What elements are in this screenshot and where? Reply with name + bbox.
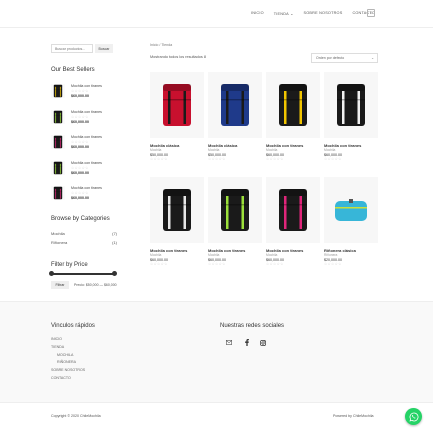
email-icon[interactable] [225,339,232,346]
best-seller-price: $60,000.00 [71,94,89,98]
best-seller-item[interactable]: Mochila con tiranes ☆☆☆☆☆ $60,000.00 [51,135,121,161]
best-seller-price: $60,000.00 [71,196,89,200]
categories-title: Browse by Categories [51,216,110,222]
social-title: Nuestras redes sociales [220,323,285,329]
best-seller-info: Mochila con tiranes ☆☆☆☆☆ $60,000.00 [71,135,102,161]
product-thumbnail[interactable] [51,186,65,200]
breadcrumb: Inicio / Tienda [150,43,173,47]
product-image[interactable] [208,177,262,243]
rating-stars: ☆☆☆☆☆ [208,157,226,161]
best-seller-item[interactable]: Mochila con tiranes ☆☆☆☆☆ $60,000.00 [51,160,121,187]
product-card[interactable]: Mochila clásica Mochila $50,000.00 ☆☆☆☆☆ [150,72,204,161]
best-seller-price: $60,000.00 [71,170,89,175]
product-thumbnail[interactable] [51,84,65,98]
best-seller-item[interactable]: Mochila con tiranes ☆☆☆☆☆ $60,000.00 [51,84,121,110]
copyright: Copyright © 2020 ChileMochila [51,414,101,418]
nav-inicio[interactable]: INICIO [251,11,264,16]
category-count: (7) [112,231,117,236]
result-count: Mostrando todos los resultados 8 [150,55,206,59]
best-seller-info: Mochila con tiranes ☆☆☆☆☆ $60,000.00 [71,110,102,136]
best-seller-price: $60,000.00 [71,145,89,149]
best-seller-item[interactable]: Mochila con tiranes ☆☆☆☆☆ $60,000.00 [51,186,121,212]
rating-stars: ☆☆☆☆☆ [324,262,342,266]
best-seller-info: Mochila con tiranes ☆☆☆☆☆ $60,000.00 [71,186,102,212]
product-card[interactable]: Mochila clásica Mochila $50,000.00 ☆☆☆☆☆ [208,72,262,161]
product-thumbnail[interactable] [51,160,65,175]
price-slider-min-handle[interactable] [49,271,54,276]
category-count: (1) [112,240,117,245]
product-card[interactable]: Mochila con tiranes Mochila $60,000.00 ☆☆☆☆… [266,177,320,266]
site-header: INICIO TIENDA ⌄ SOBRE NOSOTROS CONTACTO … [0,0,433,28]
best-seller-item[interactable]: Mochila con tiranes ☆☆☆☆☆ $60,000.00 [51,109,121,136]
orderby-select[interactable]: Orden por defecto ⌄ [311,53,378,63]
filter-button[interactable]: Filtrar [51,281,69,289]
footer-link[interactable]: TIENDA [51,345,85,353]
price-range-label: Precio: $50,000 — $60,000 [74,283,117,287]
product-image[interactable] [150,72,204,138]
rating-stars: ☆☆☆☆☆ [150,262,168,266]
best-seller-price: $60,000.00 [71,119,89,124]
cart-button[interactable]: 0 [367,9,375,17]
product-image[interactable] [266,177,320,243]
facebook-icon[interactable] [243,339,250,346]
nav-tienda[interactable]: TIENDA ⌄ [274,11,294,16]
footer-link[interactable]: SOBRE NOSOTROS [51,368,85,376]
footer-link[interactable]: CONTACTO [51,376,85,384]
best-seller-title[interactable]: Mochila con tiranes [71,110,102,115]
best-sellers-list: Mochila con tiranes ☆☆☆☆☆ $60,000.00 Mochil… [51,84,121,212]
rating-stars: ☆☆☆☆☆ [324,157,342,161]
rating-stars: ☆☆☆☆☆ [150,157,168,161]
chevron-down-icon: ⌄ [371,56,374,60]
search-form: Buscar [51,44,113,53]
nav-tienda-label: TIENDA [273,12,289,16]
category-label: Mochila [51,231,65,236]
search-button[interactable]: Buscar [95,44,113,53]
price-slider-max-handle[interactable] [112,271,117,276]
cart-count: 0 [370,11,372,15]
product-image[interactable] [208,72,262,138]
product-thumbnail[interactable] [51,109,65,124]
filter-price-title: Filter by Price [51,262,88,268]
instagram-icon[interactable] [259,339,266,346]
best-seller-info: Mochila con tiranes ☆☆☆☆☆ $60,000.00 [71,84,102,110]
footer-link[interactable]: INICIO [51,337,85,345]
category-item-rinonera[interactable]: Riñonera (1) [51,240,117,249]
product-image[interactable] [324,177,378,243]
search-input[interactable] [51,44,93,53]
product-image[interactable] [324,72,378,138]
product-card[interactable]: Mochila con tiranes Mochila $60,000.00 ☆☆☆☆… [150,177,204,266]
product-thumbnail[interactable] [51,135,65,149]
quick-links-title: Vinculos rápidos [51,323,95,329]
product-card[interactable]: Mochila con tiranes Mochila $60,000.00 ☆☆☆☆… [324,72,378,161]
product-card[interactable]: Mochila con tiranes Mochila $60,000.00 ☆☆☆☆… [208,177,262,266]
product-image[interactable] [266,72,320,138]
product-card[interactable]: Mochila con tiranes Mochila $60,000.00 ☆☆☆☆… [266,72,320,161]
rating-stars: ☆☆☆☆☆ [266,262,284,266]
category-label: Riñonera [51,240,68,245]
price-slider[interactable] [49,271,117,276]
whatsapp-icon [409,412,418,421]
best-seller-title[interactable]: Mochila con tiranes [71,161,102,166]
product-image[interactable] [150,177,204,243]
nav-sobre-nosotros[interactable]: SOBRE NOSOTROS [304,11,343,16]
rating-stars: ☆☆☆☆☆ [208,262,226,266]
best-sellers-title: Our Best Sellers [51,67,95,73]
orderby-value: Orden por defecto [316,56,345,60]
footer-link[interactable]: RIÑONERA [51,360,85,368]
categories-list: Mochila (7) Riñonera (1) [51,231,117,249]
powered-by: Powered by ChileMochila [333,414,374,418]
best-seller-info: Mochila con tiranes ☆☆☆☆☆ $60,000.00 [71,161,102,187]
category-item-mochila[interactable]: Mochila (7) [51,231,117,240]
rating-stars: ☆☆☆☆☆ [266,157,284,161]
product-card[interactable]: Riñonera clásica Riñonera $20,000.00 ☆☆☆☆☆ [324,177,378,266]
quick-links-list: INICIO TIENDA MOCHILA RIÑONERA SOBRE NOSOTRO… [51,337,85,384]
main-nav: INICIO TIENDA ⌄ SOBRE NOSOTROS CONTACTO [251,11,375,16]
whatsapp-button[interactable] [405,408,422,425]
chevron-down-icon: ⌄ [290,12,294,16]
